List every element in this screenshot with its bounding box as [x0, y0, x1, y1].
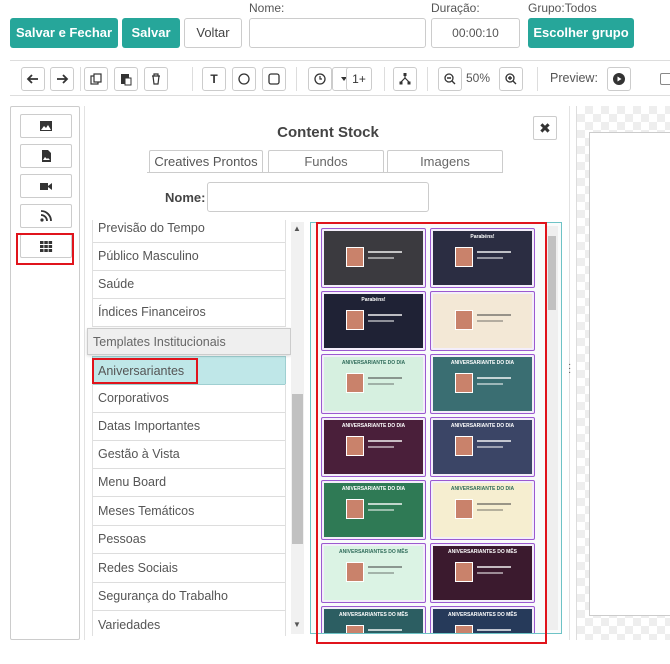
list-item[interactable]: Redes Sociais [92, 554, 286, 583]
name-label: Nome: [249, 1, 285, 15]
list-item[interactable]: Saúde [92, 270, 286, 299]
duration-label: Duração: [431, 1, 480, 15]
name-input[interactable] [249, 18, 426, 48]
list-scrollbar[interactable]: ▲ ▼ [291, 222, 304, 634]
zoom-out-icon[interactable] [438, 67, 462, 91]
list-item[interactable]: Público Masculino [92, 242, 286, 271]
list-item[interactable]: Corporativos [92, 384, 286, 413]
editor-canvas[interactable] [576, 106, 670, 640]
preview-label: Preview: [550, 71, 598, 85]
rss-feed-icon[interactable] [20, 204, 72, 228]
copy-icon[interactable] [84, 67, 108, 91]
category-list: Previsão do Tempo Público Masculino Saúd… [92, 220, 288, 636]
tab-creatives-prontos[interactable]: Creatives Prontos [149, 150, 263, 173]
list-item[interactable]: Pessoas [92, 525, 286, 554]
group-header-templates[interactable]: Templates Institucionais [87, 328, 291, 355]
trash-icon[interactable] [144, 67, 168, 91]
scroll-thumb[interactable] [292, 394, 303, 544]
zoom-level: 50% [466, 71, 491, 85]
scroll-down-icon[interactable]: ▼ [293, 620, 301, 629]
list-item[interactable]: Previsão do Tempo [92, 220, 286, 243]
save-button[interactable]: Salvar [122, 18, 180, 48]
save-close-button[interactable]: Salvar e Fechar [10, 18, 118, 48]
list-item[interactable]: Segurança do Trabalho [92, 582, 286, 611]
stock-name-label: Nome: [165, 190, 206, 205]
play-icon[interactable] [607, 67, 631, 91]
creatives-highlight [316, 222, 547, 644]
duration-input[interactable]: 00:00:10 [431, 18, 520, 48]
arrow-right-icon[interactable] [50, 67, 74, 91]
image-file-icon[interactable] [20, 144, 72, 168]
list-item[interactable]: Índices Financeiros [92, 298, 286, 327]
rectangle-icon[interactable] [262, 67, 286, 91]
aniversariantes-highlight [92, 358, 198, 384]
preview-checkbox[interactable] [660, 73, 670, 85]
canvas-page[interactable] [589, 132, 670, 616]
grid-scrollbar[interactable] [546, 226, 558, 630]
stock-name-input[interactable] [207, 182, 429, 212]
text-tool-button[interactable]: T [202, 67, 226, 91]
list-item[interactable]: Variedades [92, 611, 286, 636]
layers-tree-icon[interactable] [393, 67, 417, 91]
grid-apps-highlight [16, 233, 74, 265]
list-item[interactable]: Menu Board [92, 468, 286, 497]
choose-group-button[interactable]: Escolher grupo [528, 18, 634, 48]
zoom-in-icon[interactable] [499, 67, 523, 91]
circle-icon[interactable] [232, 67, 256, 91]
clock-icon[interactable] [308, 67, 332, 91]
plus-one-button[interactable]: 1+ [346, 67, 372, 91]
list-item[interactable]: Datas Importantes [92, 412, 286, 441]
tab-fundos[interactable]: Fundos [268, 150, 384, 173]
paste-icon[interactable] [114, 67, 138, 91]
list-item[interactable]: Gestão à Vista [92, 440, 286, 469]
scroll-up-icon[interactable]: ▲ [293, 224, 301, 233]
group-label: Grupo:Todos [528, 1, 597, 15]
editor-toolbar: T 1+ 50% Preview: [10, 60, 670, 96]
list-item[interactable]: Meses Temáticos [92, 497, 286, 526]
back-button[interactable]: Voltar [184, 18, 242, 48]
image-icon[interactable] [20, 114, 72, 138]
video-camera-icon[interactable] [20, 174, 72, 198]
tab-imagens[interactable]: Imagens [387, 150, 503, 173]
left-tool-panel [10, 106, 80, 640]
drag-handle-icon[interactable]: · · · [568, 360, 571, 378]
arrow-left-icon[interactable] [21, 67, 45, 91]
modal-title: Content Stock [277, 124, 379, 141]
close-icon[interactable]: ✖ [533, 116, 557, 140]
grid-scroll-thumb[interactable] [548, 236, 556, 310]
